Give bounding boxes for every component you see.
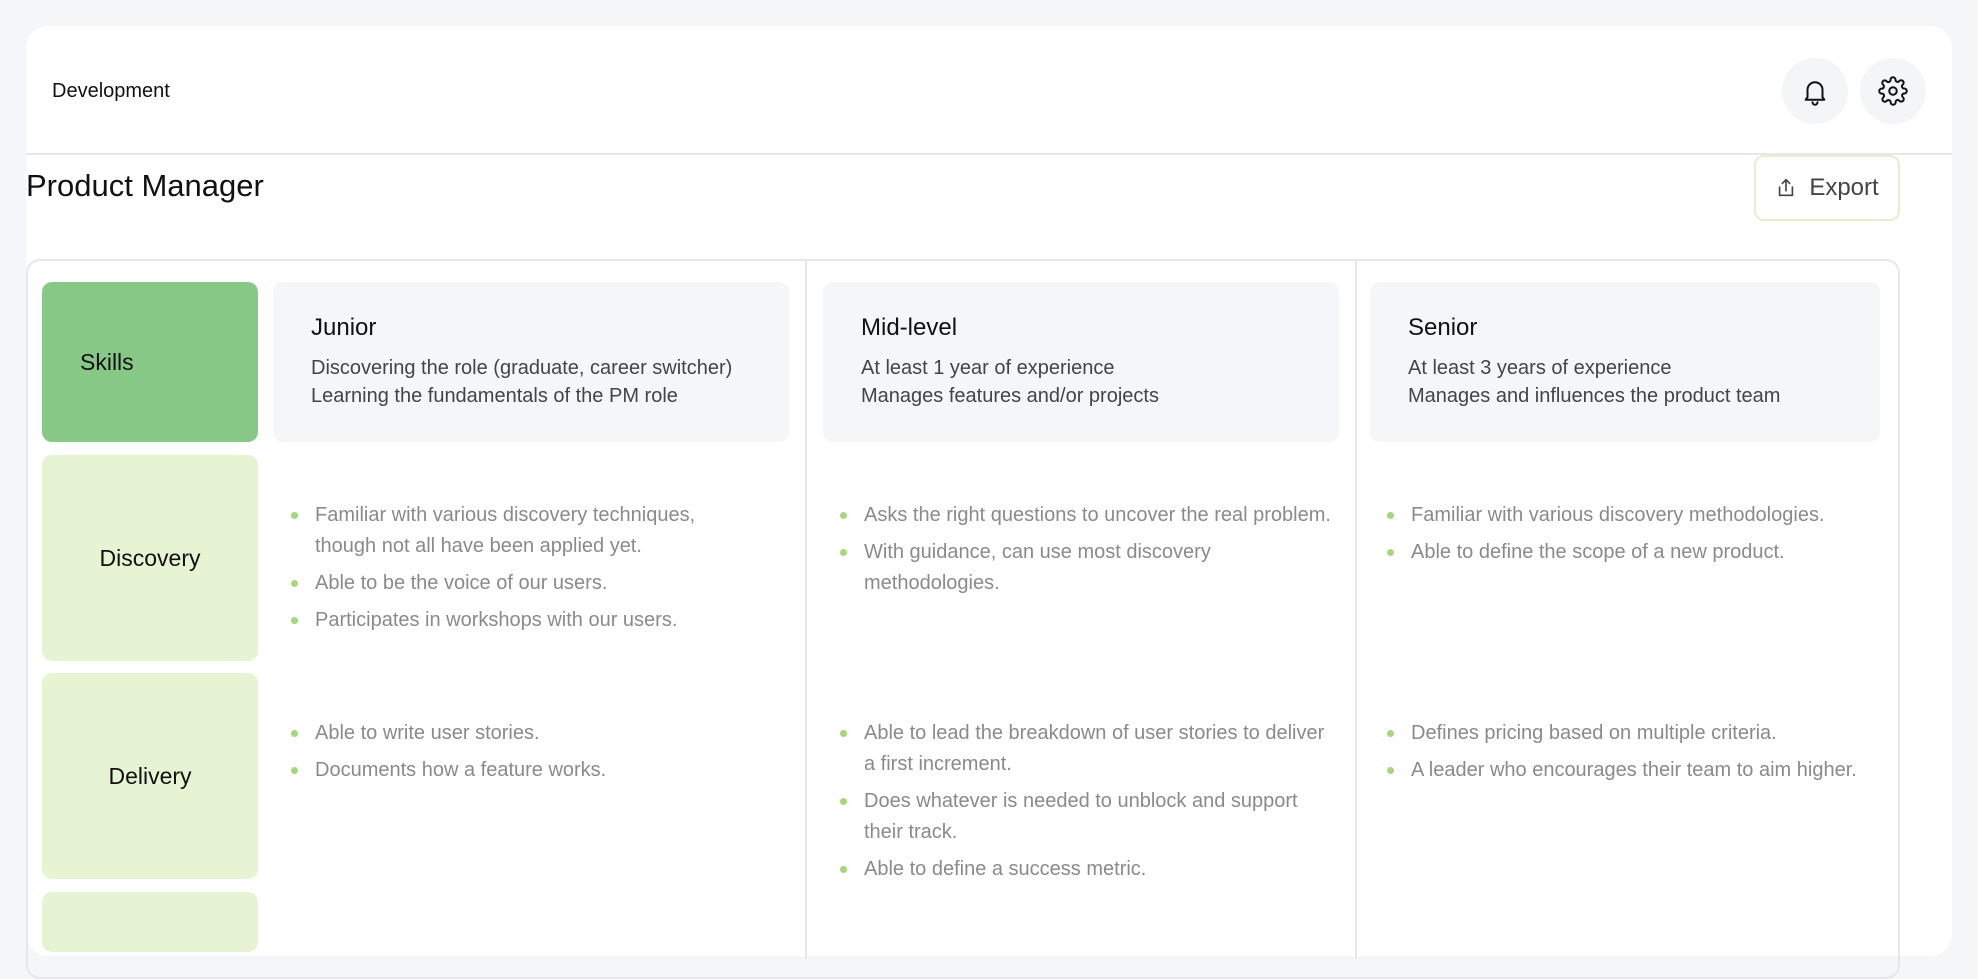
export-label: Export (1809, 174, 1879, 201)
column-divider (1355, 259, 1357, 959)
row-label-delivery: Delivery (42, 673, 258, 879)
discovery-senior-list: Familiar with various discovery methodol… (1383, 500, 1903, 574)
list-item: Defines pricing based on multiple criter… (1383, 718, 1903, 749)
share-icon (1779, 178, 1794, 197)
level-card-senior: Senior At least 3 years of experience Ma… (1370, 282, 1880, 442)
level-title: Mid-level (861, 314, 958, 341)
page-title: Product Manager (26, 168, 264, 203)
list-item: Asks the right questions to uncover the … (836, 500, 1336, 531)
list-item: Familiar with various discovery techniqu… (287, 500, 757, 562)
level-description: Discovering the role (graduate, career s… (311, 357, 733, 379)
list-item: Documents how a feature works. (287, 755, 757, 786)
list-item: Familiar with various discovery methodol… (1383, 500, 1903, 531)
list-item: Able to define the scope of a new produc… (1383, 537, 1903, 568)
list-item: Able to lead the breakdown of user stori… (836, 718, 1336, 780)
breadcrumb[interactable]: Development (52, 80, 170, 103)
notifications-button[interactable] (1782, 58, 1848, 124)
level-description: At least 1 year of experience (861, 357, 1115, 379)
list-item: With guidance, can use most discovery me… (836, 537, 1336, 599)
list-item: Able to be the voice of our users. (287, 568, 757, 599)
list-item: A leader who encourages their team to ai… (1383, 755, 1903, 786)
level-card-junior: Junior Discovering the role (graduate, c… (273, 282, 789, 442)
delivery-mid-list: Able to lead the breakdown of user stori… (836, 718, 1336, 891)
row-label-text: Discovery (99, 544, 201, 571)
export-button[interactable]: Export (1754, 155, 1900, 221)
level-description: Learning the fundamentals of the PM role (311, 385, 678, 407)
list-item: Able to write user stories. (287, 718, 757, 749)
settings-button[interactable] (1860, 58, 1926, 124)
skills-header-label: Skills (80, 348, 134, 375)
level-title: Senior (1408, 314, 1478, 341)
gear-icon (1878, 76, 1908, 106)
list-item: Participates in workshops with our users… (287, 605, 757, 636)
row-label-next (42, 892, 258, 952)
skills-header-cell: Skills (42, 282, 258, 442)
row-label-discovery: Discovery (42, 455, 258, 661)
discovery-mid-list: Asks the right questions to uncover the … (836, 500, 1336, 605)
column-divider (805, 259, 807, 959)
level-description: Manages and influences the product team (1408, 385, 1781, 407)
list-item: Able to define a success metric. (836, 854, 1336, 885)
discovery-junior-list: Familiar with various discovery techniqu… (287, 500, 757, 642)
level-description: Manages features and/or projects (861, 385, 1159, 407)
row-label-text: Delivery (108, 762, 192, 789)
delivery-senior-list: Defines pricing based on multiple criter… (1383, 718, 1903, 792)
level-card-mid-level: Mid-level At least 1 year of experience … (823, 282, 1339, 442)
top-bar: Development (26, 26, 1952, 155)
level-title: Junior (311, 314, 377, 341)
delivery-junior-list: Able to write user stories. Documents ho… (287, 718, 757, 792)
bell-icon (1804, 81, 1826, 106)
level-description: At least 3 years of experience (1408, 357, 1672, 379)
list-item: Does whatever is needed to unblock and s… (836, 786, 1336, 848)
